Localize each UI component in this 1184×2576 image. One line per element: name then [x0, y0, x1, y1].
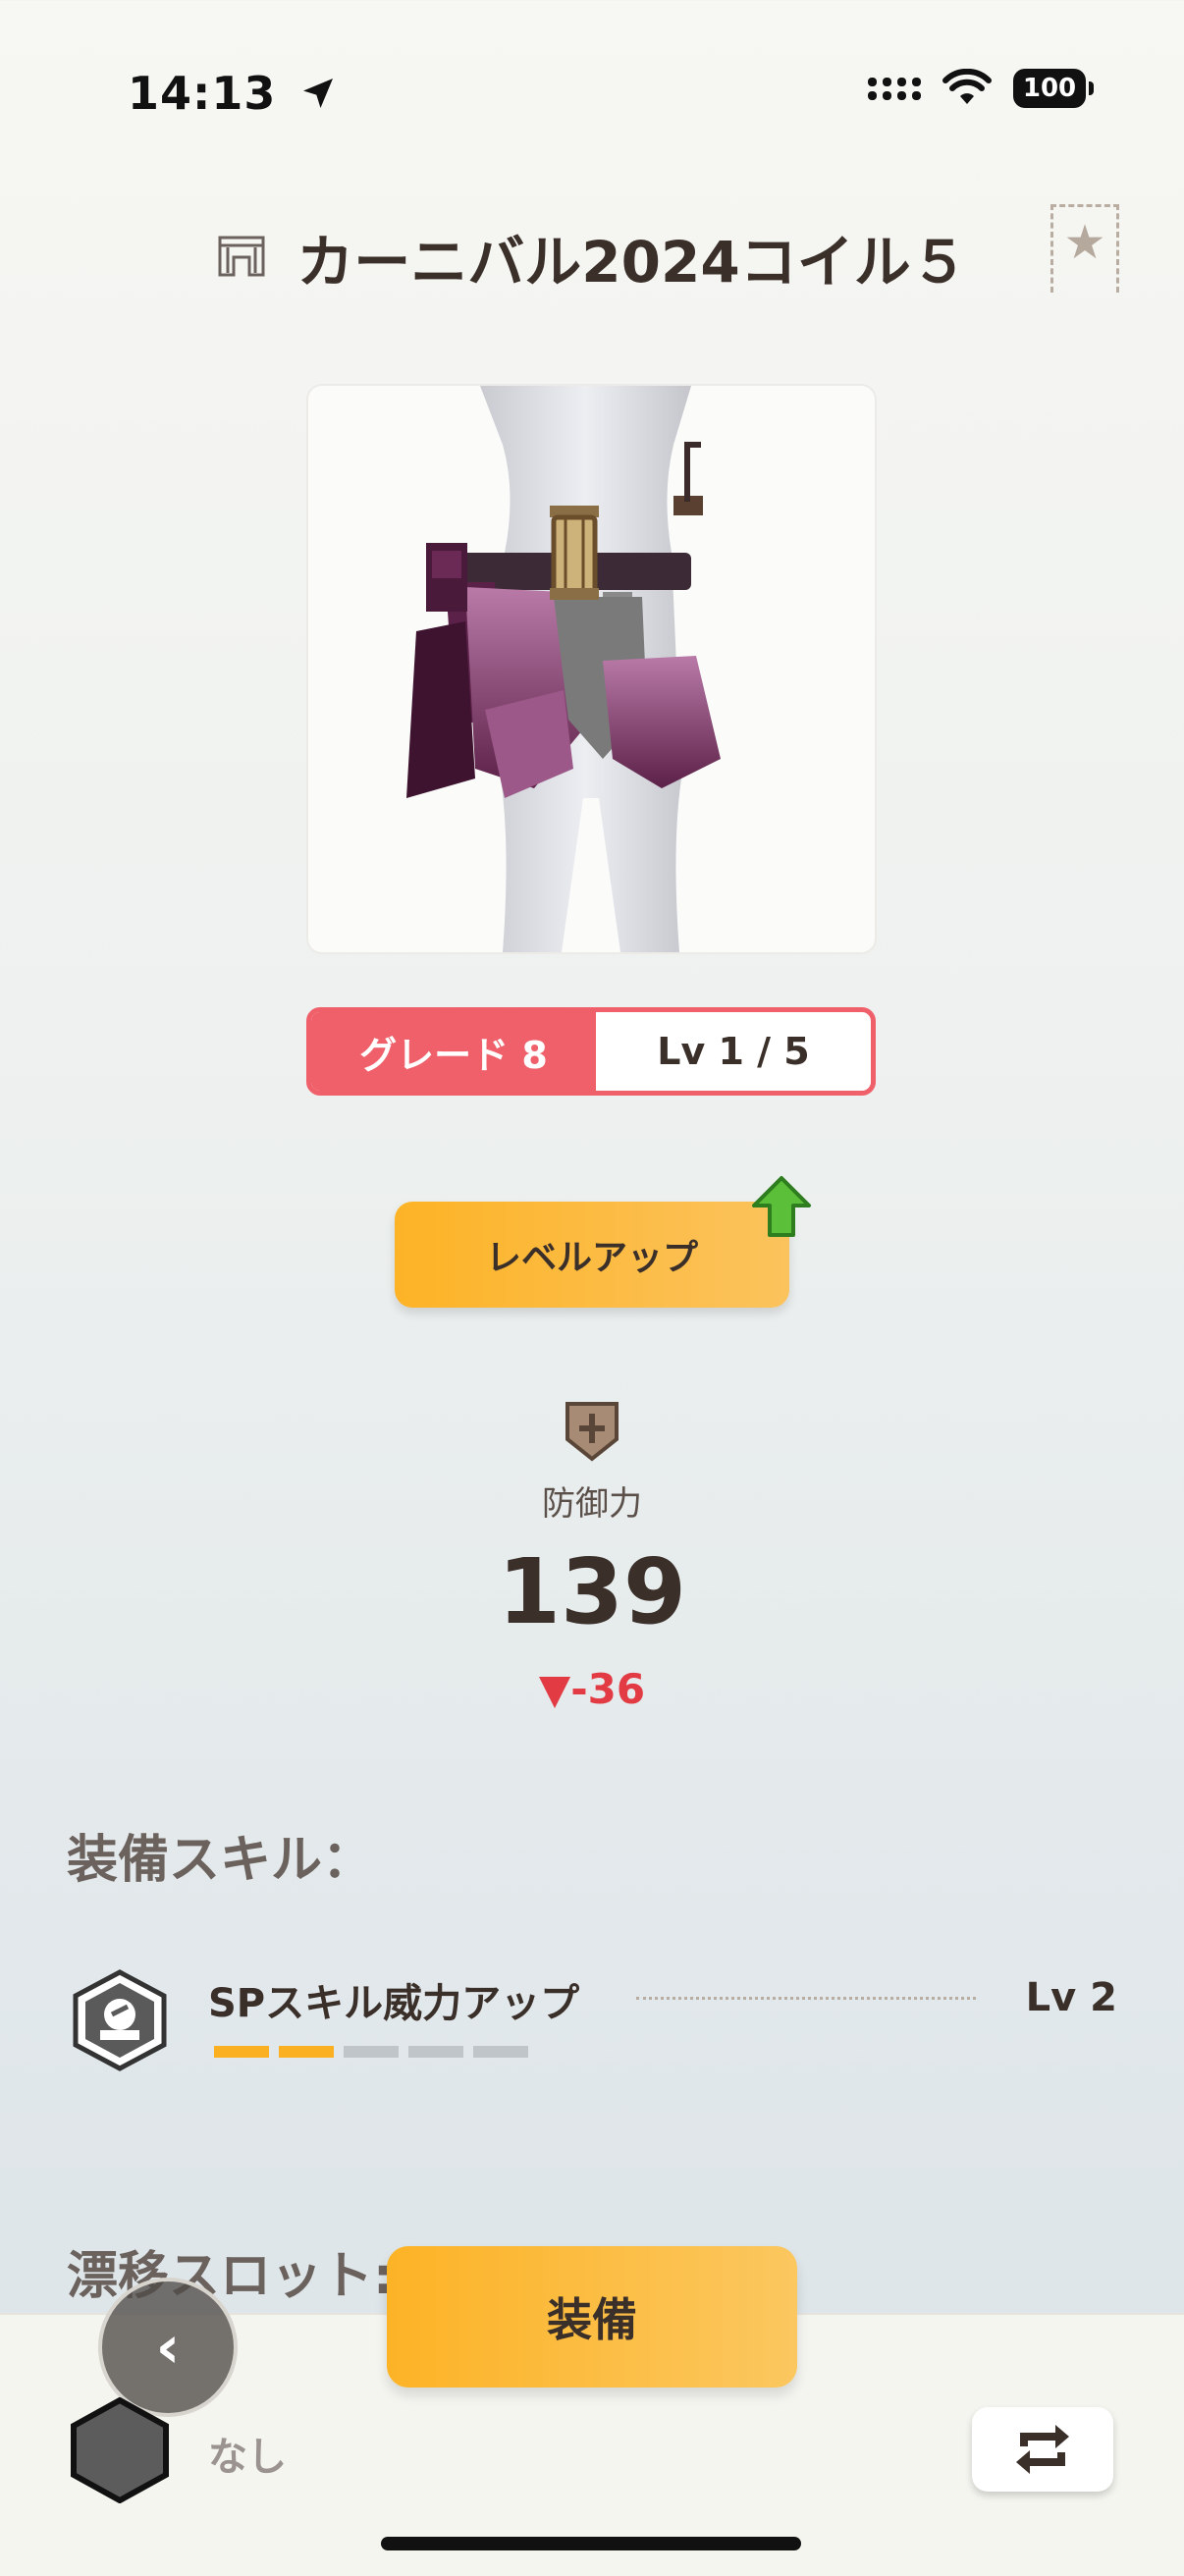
item-title: カーニバル2024コイル５ [296, 229, 968, 295]
grade-label: グレード 8 [311, 1012, 596, 1091]
skill-level-segment [473, 2046, 528, 2058]
upgrade-arrow-icon [752, 1176, 811, 1237]
swap-icon [1016, 2425, 1069, 2474]
skill-level-bars [214, 2046, 528, 2058]
skill-level-segment [214, 2046, 269, 2058]
battery-indicator: 100 [1013, 69, 1094, 108]
defense-value: 139 [497, 1539, 687, 1644]
cellular-signal-icon [868, 77, 921, 100]
back-button[interactable]: ‹ [98, 2278, 238, 2417]
location-arrow-icon [303, 79, 334, 108]
armor-illustration [406, 386, 721, 952]
skill-level-segment [279, 2046, 334, 2058]
status-time: 14:13 [128, 67, 338, 120]
drift-slot-heading: 漂移スロット: [67, 2247, 394, 2306]
defense-label: 防御力 [542, 1484, 642, 1524]
equip-button[interactable]: 装備 [387, 2246, 797, 2388]
skill-name: SPスキル威力アップ [208, 1981, 580, 2026]
skill-level: Lv 2 [1025, 1975, 1117, 2020]
status-indicators: 100 [868, 69, 1094, 108]
drift-slot-value: なし [208, 2435, 287, 2480]
equipment-skills-heading: 装備スキル： [67, 1831, 374, 1890]
level-label: Lv 1 / 5 [657, 1030, 810, 1073]
skill-level-segment [408, 2046, 463, 2058]
skill-leader-dots [636, 1997, 976, 2000]
home-indicator [381, 2537, 801, 2550]
swap-button[interactable] [972, 2407, 1113, 2492]
skill-level-segment [344, 2046, 399, 2058]
favorite-button[interactable]: ★ [1050, 204, 1119, 293]
wifi-icon [942, 69, 992, 104]
grade-level-pill: グレード 8 Lv 1 / 5 [306, 1007, 876, 1096]
armor-preview [308, 386, 875, 952]
title-row: カーニバル2024コイル５ [0, 216, 1184, 298]
chevron-left-icon: ‹ [155, 2313, 181, 2382]
level-up-button[interactable]: レベルアップ [395, 1202, 789, 1308]
star-icon: ★ [1063, 215, 1106, 270]
sp-skill-icon [73, 1969, 167, 2071]
shield-icon [565, 1402, 619, 1462]
waist-armor-icon [218, 236, 265, 277]
defense-delta: ▼-36 [538, 1665, 646, 1713]
empty-slot-icon [71, 2397, 169, 2503]
